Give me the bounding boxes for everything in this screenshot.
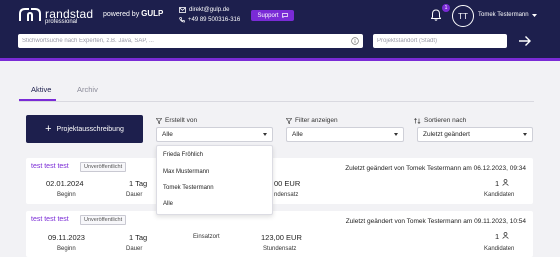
location-label: Einsatzort: [193, 234, 220, 240]
sort-value: Zuletzt geändert: [423, 131, 470, 138]
last-changed-text: Zuletzt geändert von Tomek Testermann am…: [345, 218, 526, 225]
candidates-count: 1: [495, 232, 500, 241]
gulp-brand: GULP: [141, 9, 164, 18]
created-by-label-text: Erstellt von: [165, 117, 198, 124]
phone-text: +49 89 500316-316: [188, 17, 241, 23]
person-icon: [502, 179, 509, 186]
user-menu[interactable]: Tomek Testermann: [478, 12, 537, 18]
dropdown-option-alle[interactable]: Alle: [163, 201, 173, 207]
sort-label-text: Sortieren nach: [424, 117, 467, 124]
last-changed-text: Zuletzt geändert von Tomek Testermann am…: [345, 165, 526, 172]
support-button[interactable]: Support: [251, 10, 294, 21]
phone-link[interactable]: +49 89 500316-316: [179, 17, 240, 23]
caret-down-icon: [263, 133, 267, 136]
dropdown-option-frieda[interactable]: Frieda Fröhlich: [163, 152, 203, 158]
project-title[interactable]: test test test: [31, 216, 69, 223]
powered-by: powered by GULP: [103, 9, 163, 18]
candidates-label: Kandidaten: [484, 192, 515, 198]
create-project-button[interactable]: + Projektausschreibung: [26, 115, 143, 143]
candidates-count: 1: [495, 179, 500, 188]
rate-value: 00 EUR: [274, 179, 301, 188]
info-icon[interactable]: [351, 37, 359, 45]
mail-icon: [179, 7, 186, 13]
filter-icon: [156, 117, 162, 124]
duration-value: 1 Tag: [129, 233, 148, 242]
header-accent-line: [0, 58, 560, 61]
email-text: direkt@gulp.de: [189, 7, 230, 13]
duration-label: Dauer: [126, 246, 143, 252]
sort-label: Sortieren nach: [414, 117, 466, 124]
tab-archiv[interactable]: Archiv: [77, 85, 98, 94]
caret-down-icon: [531, 13, 537, 17]
created-by-select[interactable]: Alle: [156, 127, 273, 142]
created-by-dropdown: Frieda Fröhlich Max Mustermann Tomek Tes…: [156, 145, 273, 215]
email-link[interactable]: direkt@gulp.de: [179, 7, 229, 13]
filter-show-value: Alle: [292, 131, 303, 138]
chat-icon: [281, 13, 288, 18]
filter-show-label: Filter anzeigen: [286, 117, 338, 124]
start-label: Beginn: [57, 192, 76, 198]
status-badge: Unveröffentlicht: [80, 162, 127, 172]
rate-value: 123,00 EUR: [261, 233, 302, 242]
created-by-label: Erstellt von: [156, 117, 197, 124]
bell-icon[interactable]: [431, 9, 441, 21]
tab-aktive[interactable]: Aktive: [31, 85, 51, 94]
avatar[interactable]: TT: [452, 5, 474, 27]
caret-down-icon: [523, 133, 527, 136]
user-name: Tomek Testermann: [478, 12, 529, 18]
phone-icon: [179, 17, 185, 23]
person-icon: [502, 232, 509, 239]
duration-value: 1 Tag: [129, 179, 148, 188]
create-project-label: Projektausschreibung: [56, 125, 124, 133]
project-card[interactable]: test test test Unveröffentlicht Zuletzt …: [26, 211, 533, 257]
randstad-logo-icon: [19, 8, 41, 21]
caret-down-icon: [394, 133, 398, 136]
dropdown-option-tomek[interactable]: Tomek Testermann: [163, 185, 214, 191]
dropdown-option-max[interactable]: Max Mustermann: [163, 169, 209, 175]
support-label: Support: [257, 12, 279, 19]
location-input[interactable]: [373, 34, 507, 48]
logo-subtitle: professional: [45, 19, 78, 25]
rate-label: Stundensatz: [263, 246, 297, 252]
start-date: 02.01.2024: [46, 179, 84, 188]
top-navigation-bar: randstad professional powered by GULP di…: [0, 0, 560, 58]
filter-icon: [286, 117, 292, 124]
rate-label: ndensatz: [274, 192, 299, 198]
sort-select[interactable]: Zuletzt geändert: [417, 127, 533, 142]
project-card[interactable]: test test test Unveröffentlicht Zuletzt …: [26, 158, 533, 204]
project-title[interactable]: test test test: [31, 163, 69, 170]
plus-icon: +: [45, 122, 52, 135]
status-badge: Unveröffentlicht: [80, 215, 127, 225]
filter-show-label-text: Filter anzeigen: [295, 117, 338, 124]
start-date: 09.11.2023: [48, 233, 85, 242]
candidates-label: Kandidaten: [484, 246, 515, 252]
tabs-divider: [19, 101, 534, 102]
sort-icon: [414, 117, 421, 124]
notification-badge: 1: [442, 4, 450, 12]
created-by-value: Alle: [162, 131, 173, 138]
arrow-right-icon[interactable]: [517, 34, 533, 48]
start-label: Beginn: [57, 246, 76, 252]
duration-label: Dauer: [126, 192, 143, 198]
search-input[interactable]: [18, 34, 363, 48]
powered-by-prefix: powered by: [103, 11, 140, 18]
filter-show-select[interactable]: Alle: [286, 127, 404, 142]
